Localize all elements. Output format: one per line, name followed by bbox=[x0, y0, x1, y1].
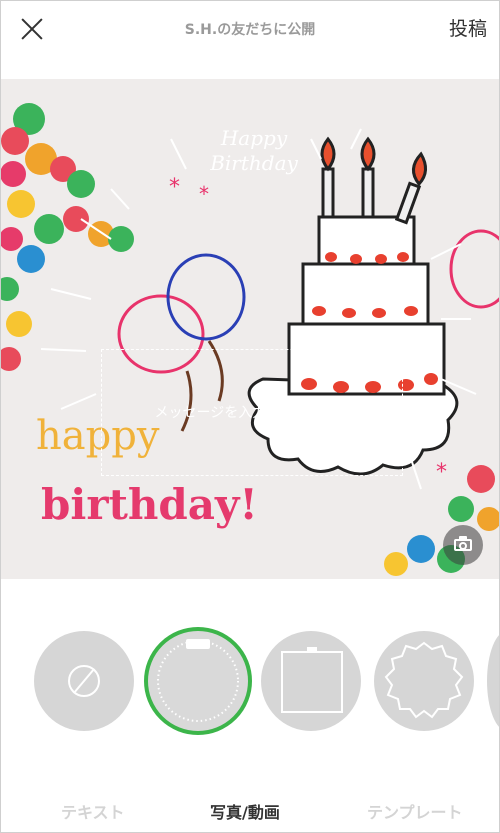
photo-card[interactable]: * * * happy birthday! Happy Birthday メッセ… bbox=[1, 79, 499, 579]
tab-text[interactable]: テキスト bbox=[61, 799, 125, 823]
header-title: S.H.の友だちに公開 bbox=[184, 22, 316, 38]
option-next-partial[interactable] bbox=[487, 631, 499, 731]
square-frame-icon bbox=[281, 647, 343, 713]
camera-icon[interactable] bbox=[443, 525, 483, 565]
message-input-area[interactable]: メッセージを入力してください bbox=[101, 349, 403, 476]
wavy-frame-icon bbox=[384, 641, 464, 719]
overlay-happy: Happy bbox=[220, 126, 288, 150]
mode-tabs: テキスト 写真/動画 テンプレート bbox=[1, 789, 499, 829]
option-birthday-circle[interactable] bbox=[144, 627, 252, 735]
written-birthday: birthday! bbox=[41, 480, 258, 529]
option-square-frame[interactable] bbox=[261, 631, 361, 731]
camera-lens bbox=[459, 542, 467, 550]
post-editor-screen: S.H.の友だちに公開 投稿 * * * happy birthday! Hap… bbox=[0, 0, 500, 833]
tab-template[interactable]: テンプレート bbox=[367, 799, 463, 823]
message-placeholder: メッセージを入力してください bbox=[154, 405, 350, 421]
option-no-template[interactable] bbox=[34, 631, 134, 731]
tab-photo-video[interactable]: 写真/動画 bbox=[210, 799, 280, 823]
svg-text:*: * bbox=[199, 182, 209, 206]
header: S.H.の友だちに公開 投稿 bbox=[1, 1, 499, 61]
card-illustration: * * * happy birthday! Happy Birthday bbox=[1, 103, 499, 576]
svg-text:*: * bbox=[169, 175, 180, 200]
option-wavy-frame[interactable] bbox=[374, 631, 474, 731]
no-template-icon bbox=[68, 665, 100, 697]
circle-frame-icon bbox=[157, 639, 239, 722]
svg-text:*: * bbox=[436, 460, 447, 485]
template-options bbox=[1, 627, 499, 735]
overlay-birthday: Birthday bbox=[209, 151, 298, 175]
post-button[interactable]: 投稿 bbox=[449, 14, 487, 41]
